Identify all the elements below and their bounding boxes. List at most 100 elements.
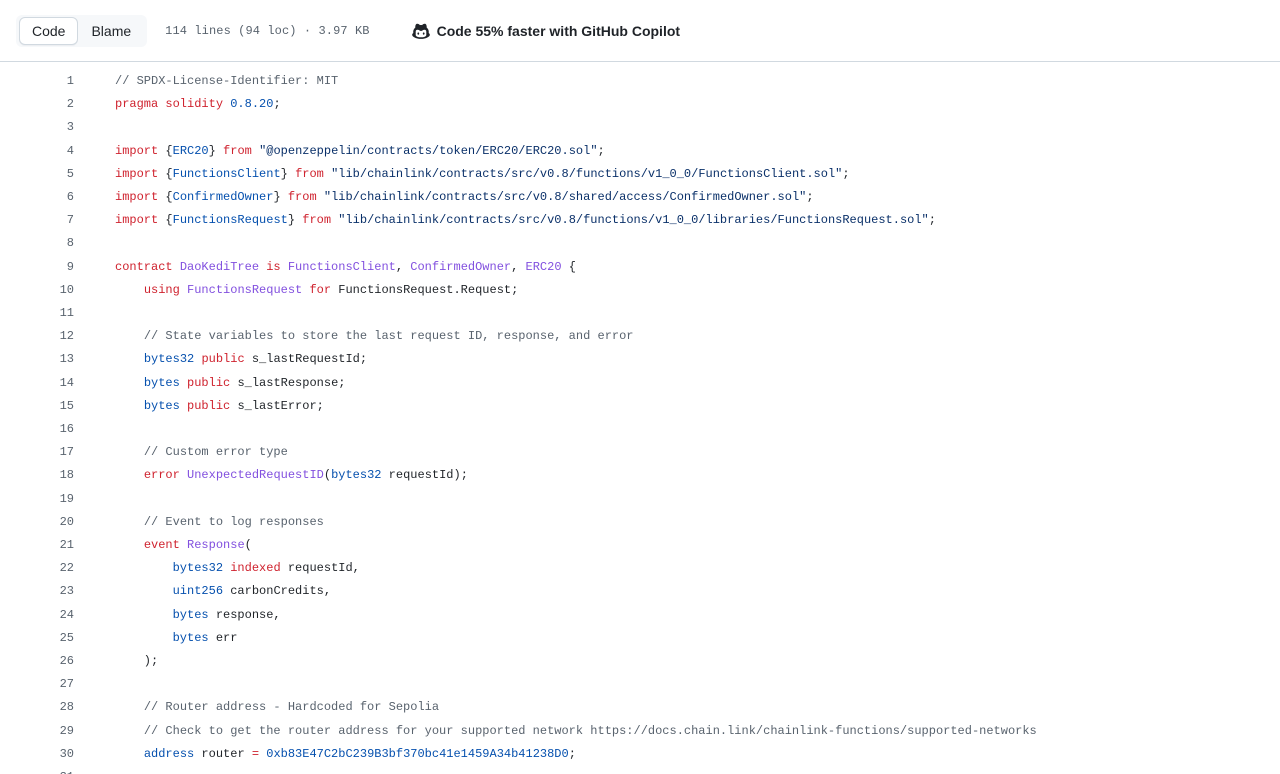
line-content[interactable]: ); [84,650,1280,673]
line-content[interactable]: error UnexpectedRequestID(bytes32 reques… [84,464,1280,487]
line-number[interactable]: 2 [0,93,84,116]
tab-blame[interactable]: Blame [78,17,144,45]
line-number[interactable]: 12 [0,325,84,348]
line-number[interactable]: 24 [0,604,84,627]
line-content[interactable] [84,116,1280,139]
line-content[interactable]: bytes response, [84,604,1280,627]
line-number[interactable]: 20 [0,511,84,534]
line-content[interactable]: // State variables to store the last req… [84,325,1280,348]
line-content[interactable]: // Event to log responses [84,511,1280,534]
line-content[interactable]: bytes32 indexed requestId, [84,557,1280,580]
line-number[interactable]: 28 [0,696,84,719]
code-blob-viewer[interactable]: 1// SPDX-License-Identifier: MIT 2 pragma … [0,62,1280,774]
code-line-row: 11 [0,302,1280,325]
code-token: // State variables to store the last req… [143,329,634,344]
line-content[interactable]: uint256 carbonCredits, [84,580,1280,603]
code-token: pragma solidity [115,97,224,112]
line-content[interactable]: import {FunctionsClient} from "lib/chain… [84,163,1280,186]
line-content[interactable] [84,766,1280,774]
code-token: UnexpectedRequestID [187,468,324,483]
tab-code[interactable]: Code [19,16,79,45]
line-content[interactable]: bytes public s_lastResponse; [84,372,1280,395]
code-token: { [561,259,576,274]
line-number[interactable]: 30 [0,743,84,766]
code-token: from [287,190,317,205]
line-number[interactable]: 15 [0,395,84,418]
line-number[interactable]: 29 [0,720,84,743]
line-content[interactable]: pragma solidity 0.8.20; [84,93,1280,116]
code-token: ); [115,654,159,669]
line-number[interactable]: 7 [0,209,84,232]
line-content[interactable] [84,302,1280,325]
line-number[interactable]: 6 [0,186,84,209]
code-line-row: 19 [0,488,1280,511]
line-content[interactable]: // Router address - Hardcoded for Sepoli… [84,696,1280,719]
code-token: ( [244,538,252,553]
code-token: = [251,746,260,761]
line-number[interactable]: 25 [0,627,84,650]
line-number[interactable]: 8 [0,232,84,255]
line-content[interactable]: bytes public s_lastError; [84,395,1280,418]
line-number[interactable]: 3 [0,116,84,139]
code-line-row: 18 error UnexpectedRequestID(bytes32 req… [0,464,1280,487]
code-token: bytes32 [331,468,382,483]
code-token: is [266,259,281,274]
line-number[interactable]: 22 [0,557,84,580]
line-content[interactable]: import {FunctionsRequest} from "lib/chai… [84,209,1280,232]
line-content[interactable] [84,232,1280,255]
line-number[interactable]: 19 [0,488,84,511]
line-content[interactable] [84,418,1280,441]
line-content[interactable]: // Custom error type [84,441,1280,464]
code-token: FunctionsClient [172,166,281,181]
line-number[interactable]: 16 [0,418,84,441]
line-number[interactable]: 14 [0,372,84,395]
line-content[interactable]: import {ConfirmedOwner} from "lib/chainl… [84,186,1280,209]
code-token: ERC20 [525,259,562,274]
code-token: using [143,282,180,297]
line-number[interactable]: 21 [0,534,84,557]
code-token: Response [187,538,245,553]
line-number[interactable]: 11 [0,302,84,325]
line-number[interactable]: 9 [0,256,84,279]
code-line-row: 13 bytes32 public s_lastRequestId; [0,348,1280,371]
line-number[interactable]: 5 [0,163,84,186]
code-token: bytes32 [143,352,195,367]
line-content[interactable]: bytes err [84,627,1280,650]
copilot-cta-button[interactable]: Code 55% faster with GitHub Copilot [411,22,680,40]
line-number[interactable]: 31 [0,766,84,774]
line-number[interactable]: 13 [0,348,84,371]
file-view-header: Code Blame 114 lines (94 loc) · 3.97 KB … [0,0,1280,62]
code-token: // Event to log responses [143,514,324,529]
line-number[interactable]: 1 [0,62,84,93]
code-token: , [511,259,526,274]
code-line-row: 21 event Response( [0,534,1280,557]
line-content[interactable]: // Check to get the router address for y… [84,720,1280,743]
code-token: } [273,190,288,205]
line-number[interactable]: 17 [0,441,84,464]
line-number[interactable]: 23 [0,580,84,603]
line-content[interactable] [84,673,1280,696]
line-content[interactable]: contract DaoKediTree is FunctionsClient,… [84,256,1280,279]
line-content[interactable]: using FunctionsRequest for FunctionsRequ… [84,279,1280,302]
line-content[interactable]: // SPDX-License-Identifier: MIT [84,62,1280,93]
line-content[interactable]: bytes32 public s_lastRequestId; [84,348,1280,371]
line-number[interactable]: 10 [0,279,84,302]
code-token: import [115,190,159,205]
code-token: ERC20 [172,143,209,158]
line-content[interactable]: address router = 0xb83E47C2bC239B3bf370b… [84,743,1280,766]
line-content[interactable]: event Response( [84,534,1280,557]
line-number[interactable]: 27 [0,673,84,696]
code-token: FunctionsRequest [187,282,303,297]
line-content[interactable] [84,488,1280,511]
line-number[interactable]: 4 [0,140,84,163]
code-token: s_lastRequestId; [244,352,368,367]
line-content[interactable]: import {ERC20} from "@openzeppelin/contr… [84,140,1280,163]
code-line-row: 20 // Event to log responses [0,511,1280,534]
line-number[interactable]: 18 [0,464,84,487]
line-number[interactable]: 26 [0,650,84,673]
